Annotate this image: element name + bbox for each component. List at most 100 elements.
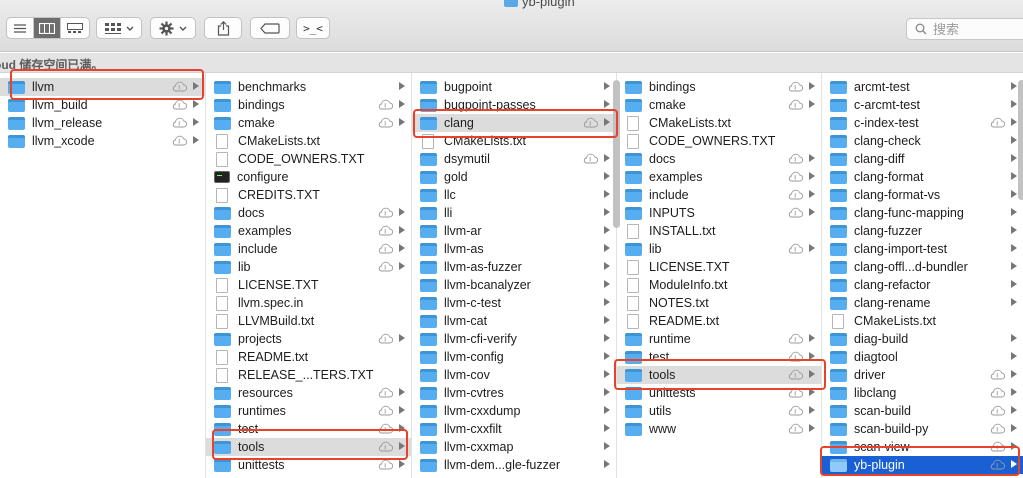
file-item[interactable]: CODE_OWNERS.TXT (617, 132, 821, 150)
folder-item[interactable]: llvm-cov (412, 366, 616, 384)
folder-item[interactable]: resources (206, 384, 411, 402)
group-by-button[interactable] (96, 17, 142, 39)
column-3[interactable]: bugpoint bugpoint-passes clang CMakeLists.t… (412, 73, 617, 478)
column-5-scrollbar[interactable] (1018, 80, 1023, 200)
folder-item[interactable]: clang-import-test (822, 240, 1023, 258)
folder-item[interactable]: tools (206, 438, 411, 456)
folder-item[interactable]: test (206, 420, 411, 438)
file-item[interactable]: CMakeLists.txt (822, 312, 1023, 330)
folder-item[interactable]: clang-func-mapping (822, 204, 1023, 222)
folder-item[interactable]: llvm-cxxfilt (412, 420, 616, 438)
file-item[interactable]: configure (206, 168, 411, 186)
folder-item[interactable]: llvm-cat (412, 312, 616, 330)
folder-item[interactable]: clang-format (822, 168, 1023, 186)
folder-item[interactable]: docs (617, 150, 821, 168)
folder-item[interactable]: www (617, 420, 821, 438)
folder-item[interactable]: unittests (206, 456, 411, 474)
folder-item[interactable]: libclang (822, 384, 1023, 402)
folder-item[interactable]: llvm_release (0, 114, 205, 132)
folder-item[interactable]: lli (412, 204, 616, 222)
folder-item[interactable]: yb-plugin (822, 456, 1023, 474)
folder-item[interactable]: llvm-as-fuzzer (412, 258, 616, 276)
folder-item[interactable]: bugpoint (412, 78, 616, 96)
folder-item[interactable]: clang (412, 114, 616, 132)
folder-item[interactable]: bugpoint-passes (412, 96, 616, 114)
folder-item[interactable]: gold (412, 168, 616, 186)
file-item[interactable]: CMakeLists.txt (412, 132, 616, 150)
share-button[interactable] (204, 17, 242, 39)
file-item[interactable]: LICENSE.TXT (206, 276, 411, 294)
folder-item[interactable]: dsymutil (412, 150, 616, 168)
folder-item[interactable]: llvm-config (412, 348, 616, 366)
folder-item[interactable]: runtimes (206, 402, 411, 420)
file-item[interactable]: CMakeLists.txt (617, 114, 821, 132)
file-item[interactable]: LLVMBuild.txt (206, 312, 411, 330)
folder-item[interactable]: scan-build-py (822, 420, 1023, 438)
folder-item[interactable]: test (617, 348, 821, 366)
file-item[interactable]: ModuleInfo.txt (617, 276, 821, 294)
folder-item[interactable]: clang-format-vs (822, 186, 1023, 204)
folder-item[interactable]: llvm-dem...gle-fuzzer (412, 456, 616, 474)
search-field[interactable] (906, 18, 1023, 40)
folder-item[interactable]: clang-diff (822, 150, 1023, 168)
folder-item[interactable]: tools (617, 366, 821, 384)
folder-item[interactable]: llvm-cfi-verify (412, 330, 616, 348)
folder-item[interactable]: c-index-test (822, 114, 1023, 132)
folder-item[interactable]: driver (822, 366, 1023, 384)
folder-item[interactable]: cmake (617, 96, 821, 114)
folder-item[interactable]: scan-build (822, 402, 1023, 420)
folder-item[interactable]: runtime (617, 330, 821, 348)
column-5[interactable]: arcmt-test c-arcmt-test c-index-test clang-… (822, 73, 1023, 478)
folder-item[interactable]: lib (206, 258, 411, 276)
folder-item[interactable]: c-arcmt-test (822, 96, 1023, 114)
terminal-button[interactable]: >_< (296, 17, 330, 39)
gallery-view-icon[interactable] (61, 18, 88, 38)
folder-item[interactable]: benchmarks (206, 78, 411, 96)
list-view-icon[interactable] (7, 18, 34, 38)
folder-item[interactable]: clang-refactor (822, 276, 1023, 294)
folder-item[interactable]: INPUTS (617, 204, 821, 222)
folder-item[interactable]: projects (206, 330, 411, 348)
folder-item[interactable]: llvm-cvtres (412, 384, 616, 402)
folder-item[interactable]: llvm-bcanalyzer (412, 276, 616, 294)
folder-item[interactable]: include (206, 240, 411, 258)
folder-item[interactable]: scan-view (822, 438, 1023, 456)
folder-item[interactable]: llvm-cxxmap (412, 438, 616, 456)
file-item[interactable]: LICENSE.TXT (617, 258, 821, 276)
folder-item[interactable]: clang-fuzzer (822, 222, 1023, 240)
file-item[interactable]: llvm.spec.in (206, 294, 411, 312)
file-item[interactable]: NOTES.txt (617, 294, 821, 312)
folder-item[interactable]: include (617, 186, 821, 204)
folder-item[interactable]: unittests (617, 384, 821, 402)
folder-item[interactable]: llvm-c-test (412, 294, 616, 312)
folder-item[interactable]: llvm (0, 78, 205, 96)
file-item[interactable]: INSTALL.txt (617, 222, 821, 240)
folder-item[interactable]: bindings (206, 96, 411, 114)
folder-item[interactable]: examples (617, 168, 821, 186)
folder-item[interactable]: llvm-as (412, 240, 616, 258)
column-4[interactable]: bindings cmake CMakeLists.txt CODE_OWNERS.T… (617, 73, 822, 478)
file-item[interactable]: README.txt (206, 348, 411, 366)
file-item[interactable]: CMakeLists.txt (206, 132, 411, 150)
tag-button[interactable] (250, 17, 290, 39)
folder-item[interactable]: cmake (206, 114, 411, 132)
folder-item[interactable]: clang-rename (822, 294, 1023, 312)
folder-item[interactable]: docs (206, 204, 411, 222)
file-item[interactable]: RELEASE_...TERS.TXT (206, 366, 411, 384)
column-2[interactable]: benchmarks bindings cmake CMakeLists.txt COD… (206, 73, 412, 478)
folder-item[interactable]: clang-offl...d-bundler (822, 258, 1023, 276)
folder-item[interactable]: examples (206, 222, 411, 240)
folder-item[interactable]: llc (412, 186, 616, 204)
action-button[interactable] (150, 17, 196, 39)
folder-item[interactable]: lib (617, 240, 821, 258)
file-item[interactable]: README.txt (617, 312, 821, 330)
column-1[interactable]: llvm llvm_build llvm_release llvm_xcode (0, 73, 206, 478)
folder-item[interactable]: llvm_xcode (0, 132, 205, 150)
folder-item[interactable]: diagtool (822, 348, 1023, 366)
file-item[interactable]: CREDITS.TXT (206, 186, 411, 204)
folder-item[interactable]: utils (617, 402, 821, 420)
column-view-icon[interactable] (34, 18, 61, 38)
folder-item[interactable]: llvm-ar (412, 222, 616, 240)
file-item[interactable]: CODE_OWNERS.TXT (206, 150, 411, 168)
folder-item[interactable]: bindings (617, 78, 821, 96)
